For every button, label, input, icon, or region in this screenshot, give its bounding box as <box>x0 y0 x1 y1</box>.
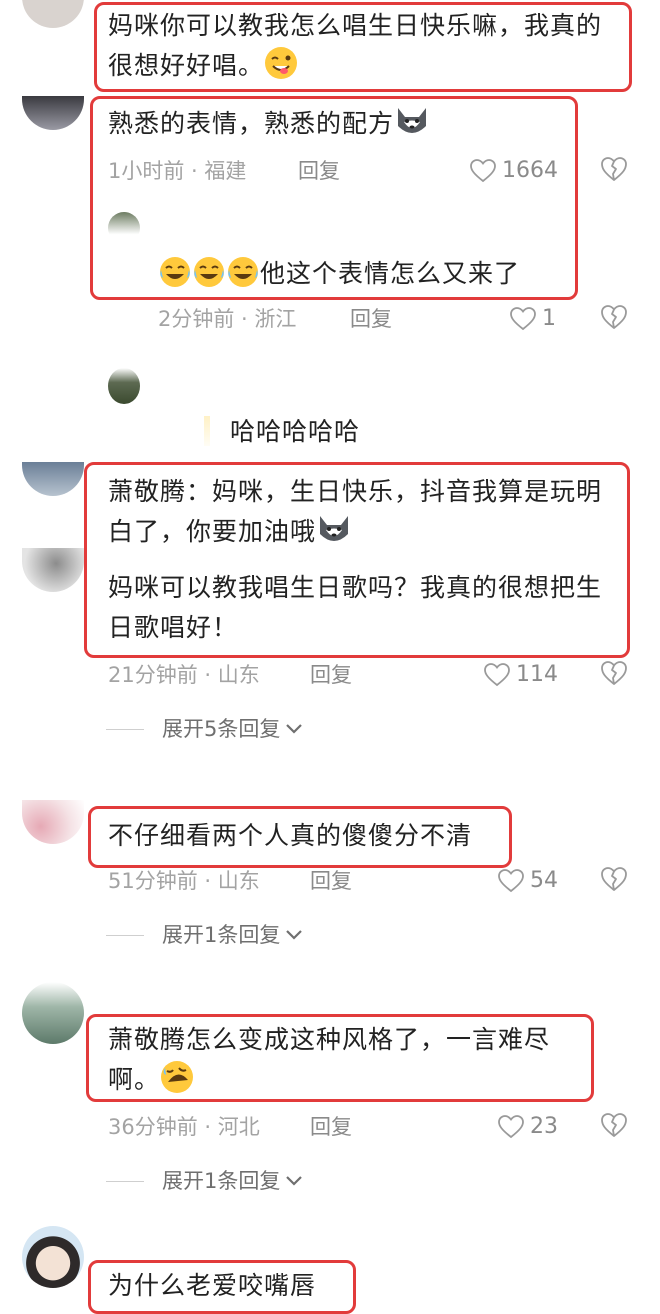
reply-button[interactable]: 回复 <box>350 304 392 334</box>
reply-button[interactable]: 回复 <box>310 660 352 690</box>
husky-emoji-icon <box>394 104 430 150</box>
dislike-button[interactable] <box>600 866 628 894</box>
comment-text: 熟悉的表情，熟悉的配方 <box>108 104 430 150</box>
heart-icon <box>484 663 510 687</box>
comment-text: 为什么老爱咬嘴唇 <box>108 1271 317 1300</box>
comment-text: 萧敬腾：妈咪，生日快乐，抖音我算是玩明白了，你要加油哦 <box>108 472 618 558</box>
wink-tongue-emoji-icon <box>264 46 298 92</box>
comment-meta: 51分钟前 · 山东 <box>108 869 260 893</box>
dislike-button[interactable] <box>600 660 628 688</box>
husky-emoji-icon <box>316 512 352 558</box>
reply-button[interactable]: 回复 <box>310 866 352 896</box>
comment-text: 妈咪可以教我唱生日歌吗？我真的很想把生日歌唱好！ <box>108 573 603 642</box>
dislike-button[interactable] <box>600 156 628 184</box>
like-button[interactable]: 1 <box>510 304 556 334</box>
avatar[interactable] <box>22 1226 84 1288</box>
broken-heart-icon <box>601 867 627 891</box>
expand-replies-label: 展开1条回复 <box>162 1169 281 1193</box>
comment-text: 不仔细看两个人真的傻傻分不清 <box>108 821 473 850</box>
comment-meta: 36分钟前 · 河北 <box>108 1115 260 1139</box>
broken-heart-icon <box>601 661 627 685</box>
divider <box>106 728 144 730</box>
heart-icon <box>498 869 524 893</box>
expand-replies-button[interactable]: 展开1条回复 <box>106 920 304 950</box>
reply-text: 哈哈哈哈哈 <box>230 417 361 446</box>
chevron-down-icon <box>286 1176 303 1186</box>
rolling-laughing-emoji-icon <box>160 1060 194 1106</box>
like-button[interactable]: 23 <box>498 1112 558 1142</box>
laughing-tears-emoji-icon <box>226 256 260 300</box>
avatar[interactable] <box>22 0 84 28</box>
dislike-button[interactable] <box>600 304 628 332</box>
like-count: 114 <box>516 662 558 687</box>
expand-replies-label: 展开1条回复 <box>162 923 281 947</box>
comment-meta: 21分钟前 · 山东 <box>108 663 260 687</box>
like-button[interactable]: 114 <box>484 660 558 690</box>
avatar[interactable] <box>22 96 84 130</box>
expand-replies-button[interactable]: 展开1条回复 <box>106 1166 304 1196</box>
reply-text: 他这个表情怎么又来了 <box>158 254 520 300</box>
avatar[interactable] <box>22 800 84 844</box>
chevron-down-icon <box>286 724 303 734</box>
like-button[interactable]: 1664 <box>470 156 558 186</box>
comment-text: 妈咪你可以教我怎么唱生日快乐嘛，我真的很想好好唱。 <box>108 6 618 92</box>
avatar[interactable] <box>108 368 140 404</box>
divider <box>106 934 144 936</box>
heart-icon <box>470 159 496 183</box>
heart-icon <box>498 1115 524 1139</box>
reply-meta: 2分钟前 · 浙江 <box>158 307 297 331</box>
expand-replies-button[interactable]: 展开5条回复 <box>106 714 304 744</box>
avatar[interactable] <box>22 982 84 1044</box>
laughing-tears-emoji-icon <box>158 256 192 300</box>
like-count: 23 <box>530 1114 558 1139</box>
reply-button[interactable]: 回复 <box>310 1112 352 1142</box>
avatar[interactable] <box>22 548 84 592</box>
dislike-button[interactable] <box>600 1112 628 1140</box>
broken-heart-icon <box>601 157 627 181</box>
like-count: 1 <box>542 306 556 331</box>
laughing-tears-emoji-icon <box>192 256 226 300</box>
avatar[interactable] <box>22 462 84 496</box>
like-button[interactable]: 54 <box>498 866 558 896</box>
broken-heart-icon <box>601 1113 627 1137</box>
like-count: 1664 <box>502 158 558 183</box>
reply-button[interactable]: 回复 <box>298 156 340 186</box>
like-count: 54 <box>530 868 558 893</box>
broken-heart-icon <box>601 305 627 329</box>
comment-meta: 1小时前 · 福建 <box>108 159 247 183</box>
expand-replies-label: 展开5条回复 <box>162 717 281 741</box>
chevron-down-icon <box>286 930 303 940</box>
avatar[interactable] <box>108 212 140 244</box>
avatar-fragment <box>204 416 210 446</box>
heart-icon <box>510 307 536 331</box>
divider <box>106 1180 144 1182</box>
comment-text: 萧敬腾怎么变成这种风格了，一言难尽啊。 <box>108 1020 586 1106</box>
